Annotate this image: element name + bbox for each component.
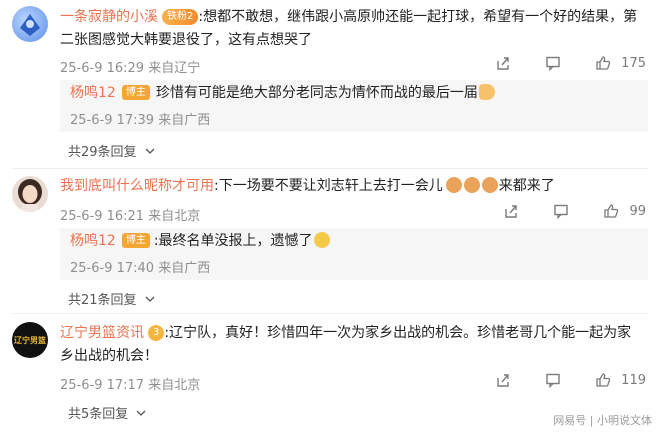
avatar-logo-text: 辽宁男篮 [14,335,46,345]
share-icon[interactable] [495,372,511,388]
comment-body: 一条寂静的小溪 铁粉2:想都不敢想，继伟跟小高原帅还能一起打球，希望有一个好的结果… [60,6,645,52]
like-button[interactable]: 119 [595,372,646,388]
comment-actions: 119 [495,372,646,388]
more-replies-link[interactable]: 共5条回复 [68,403,146,422]
comment-text: :下一场要不要让刘志轩上去打一会儿 [214,178,443,194]
comment-meta: 25-6-9 16:21 来自北京 [60,209,201,224]
watermark: 网易号 | 小明说文体 [553,414,652,427]
cat-emoji [445,177,462,193]
cry-emoji [313,232,330,248]
comment-actions: 99 [503,203,646,219]
blogger-badge: 博主 [121,85,150,100]
comment-body: 我到底叫什么昵称才可用:下一场要不要让刘志轩上去打一会儿 来都来了 [60,175,645,198]
comment-meta: 25-6-9 17:17 来自北京 [60,378,201,393]
fan-badge: 铁粉2 [162,9,199,25]
comment-icon[interactable] [545,372,561,388]
reply-meta: 25-6-9 17:39 来自广西 [70,113,211,128]
bow-emoji [478,84,495,100]
more-replies-label: 共5条回复 [68,407,129,422]
like-count: 175 [621,55,646,71]
username-link[interactable]: 一条寂静的小溪 [60,9,158,25]
reply-box: 杨鸣12 博主 珍惜有可能是绝大部分老同志为情怀而战的最后一届 25-6-9 17:… [60,80,648,132]
like-button[interactable]: 99 [603,203,646,219]
more-replies-link[interactable]: 共21条回复 [68,289,155,308]
blogger-badge: 博主 [121,233,150,248]
more-replies-link[interactable]: 共29条回复 [68,141,155,160]
reply-username-link[interactable]: 杨鸣12 [70,233,116,249]
more-replies-label: 共29条回复 [68,145,137,160]
cat-emoji [481,177,498,193]
avatar[interactable]: 辽宁男篮 [12,322,48,358]
vip-badge: 3 [148,325,165,341]
comment-actions: 175 [495,55,646,71]
like-button[interactable]: 175 [595,55,646,71]
comment-1: 一条寂静的小溪 铁粉2:想都不敢想，继伟跟小高原帅还能一起打球，希望有一个好的结果… [0,0,660,168]
comment-text-tail: 来都来了 [498,178,555,194]
chevron-down-icon [145,148,155,154]
reply-meta: 25-6-9 17:40 来自广西 [70,261,211,276]
reply-box: 杨鸣12 博主:最终名单没报上，遗憾了 25-6-9 17:40 来自广西 [60,228,648,280]
like-count: 99 [629,203,646,219]
share-icon[interactable] [495,55,511,71]
cat-emoji [463,177,480,193]
avatar-art-icon [20,14,40,36]
like-icon [596,373,611,387]
like-count: 119 [621,372,646,388]
comment-body: 辽宁男篮资讯 3:辽宁队，真好！珍惜四年一次为家乡出战的机会。珍惜老哥几个能一起为… [60,322,645,368]
divider [12,168,648,169]
reply-username-link[interactable]: 杨鸣12 [70,85,116,101]
divider [12,313,648,314]
reply-text: 珍惜有可能是绝大部分老同志为情怀而战的最后一届 [155,85,478,101]
reply-body: 杨鸣12 博主:最终名单没报上，遗憾了 [70,230,630,253]
reply-body: 杨鸣12 博主 珍惜有可能是绝大部分老同志为情怀而战的最后一届 [70,82,630,105]
comment-icon[interactable] [553,203,569,219]
chevron-down-icon [136,410,146,416]
reply-text: :最终名单没报上，遗憾了 [153,233,313,249]
comment-meta: 25-6-9 16:29 来自辽宁 [60,61,201,76]
username-link[interactable]: 辽宁男篮资讯 [60,325,144,341]
comment-text: :辽宁队，真好！珍惜四年一次为家乡出战的机会。珍惜老哥几个能一起为家乡出战的机会… [60,325,632,364]
avatar[interactable] [12,176,48,212]
share-icon[interactable] [503,203,519,219]
avatar-portrait-icon [18,179,42,212]
chevron-down-icon [145,296,155,302]
comment-2: 我到底叫什么昵称才可用:下一场要不要让刘志轩上去打一会儿 来都来了 25-6-9 … [0,170,660,310]
like-icon [596,56,611,70]
username-link[interactable]: 我到底叫什么昵称才可用 [60,178,214,194]
avatar[interactable] [12,6,48,42]
like-icon [604,204,619,218]
more-replies-label: 共21条回复 [68,293,137,308]
comment-icon[interactable] [545,55,561,71]
